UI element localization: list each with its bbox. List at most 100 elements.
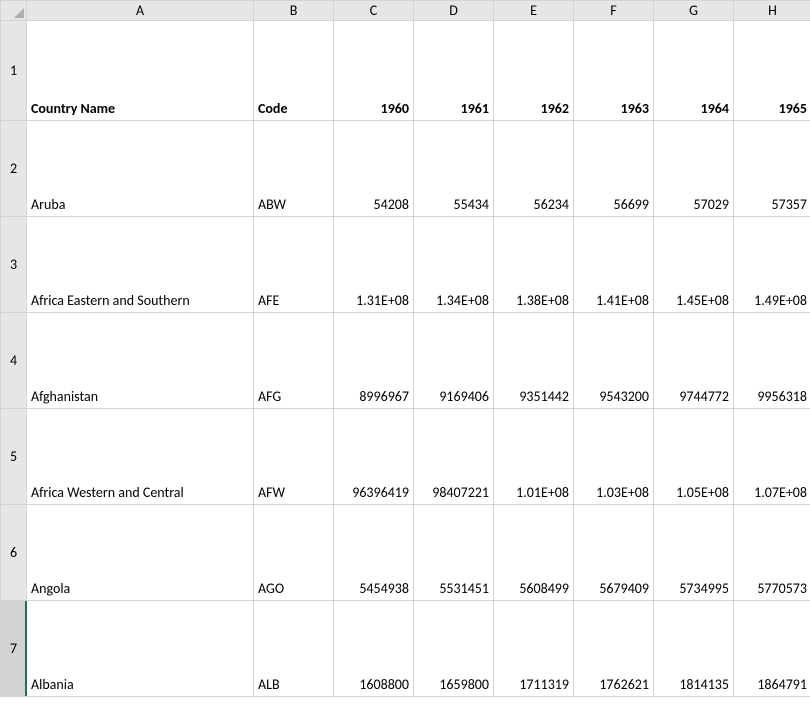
cell-text: 1711319 bbox=[519, 676, 569, 693]
cell-F7[interactable]: 1762621 bbox=[574, 601, 654, 697]
cell-A4[interactable]: Afghanistan bbox=[27, 313, 254, 409]
col-header-A[interactable]: A bbox=[27, 1, 254, 21]
cell-text: 1962 bbox=[541, 100, 569, 117]
col-header-E[interactable]: E bbox=[494, 1, 574, 21]
cell-text: 9744772 bbox=[679, 388, 729, 405]
cell-A1[interactable]: Country Name bbox=[27, 21, 254, 121]
cell-H2[interactable]: 57357 bbox=[734, 121, 810, 217]
cell-B1[interactable]: Code bbox=[254, 21, 334, 121]
cell-A6[interactable]: Angola bbox=[27, 505, 254, 601]
cell-C2[interactable]: 54208 bbox=[334, 121, 414, 217]
col-header-label: A bbox=[136, 2, 144, 19]
cell-D7[interactable]: 1659800 bbox=[414, 601, 494, 697]
cell-E4[interactable]: 9351442 bbox=[494, 313, 574, 409]
cell-C4[interactable]: 8996967 bbox=[334, 313, 414, 409]
cell-C5[interactable]: 96396419 bbox=[334, 409, 414, 505]
col-header-F[interactable]: F bbox=[574, 1, 654, 21]
row-header-label: 4 bbox=[1, 352, 26, 369]
cell-F6[interactable]: 5679409 bbox=[574, 505, 654, 601]
cell-D3[interactable]: 1.34E+08 bbox=[414, 217, 494, 313]
cell-text: 5608499 bbox=[519, 580, 569, 597]
row-header-label: 1 bbox=[1, 62, 26, 79]
cell-A7[interactable]: Albania bbox=[27, 601, 254, 697]
cell-D1[interactable]: 1961 bbox=[414, 21, 494, 121]
cell-F2[interactable]: 56699 bbox=[574, 121, 654, 217]
cell-H6[interactable]: 5770573 bbox=[734, 505, 810, 601]
cell-B7[interactable]: ALB bbox=[254, 601, 334, 697]
cell-B5[interactable]: AFW bbox=[254, 409, 334, 505]
cell-H3[interactable]: 1.49E+08 bbox=[734, 217, 810, 313]
cell-D5[interactable]: 98407221 bbox=[414, 409, 494, 505]
cell-D2[interactable]: 55434 bbox=[414, 121, 494, 217]
cell-G6[interactable]: 5734995 bbox=[654, 505, 734, 601]
cell-C6[interactable]: 5454938 bbox=[334, 505, 414, 601]
cell-E6[interactable]: 5608499 bbox=[494, 505, 574, 601]
col-header-B[interactable]: B bbox=[254, 1, 334, 21]
cell-E1[interactable]: 1962 bbox=[494, 21, 574, 121]
col-header-H[interactable]: H bbox=[734, 1, 810, 21]
cell-B6[interactable]: AGO bbox=[254, 505, 334, 601]
row-header-1[interactable]: 1 bbox=[1, 21, 27, 121]
col-header-label: G bbox=[689, 2, 698, 19]
cell-E7[interactable]: 1711319 bbox=[494, 601, 574, 697]
cell-E5[interactable]: 1.01E+08 bbox=[494, 409, 574, 505]
cell-C7[interactable]: 1608800 bbox=[334, 601, 414, 697]
cell-G1[interactable]: 1964 bbox=[654, 21, 734, 121]
cell-A3[interactable]: Africa Eastern and Southern bbox=[27, 217, 254, 313]
cell-B2[interactable]: ABW bbox=[254, 121, 334, 217]
cell-G2[interactable]: 57029 bbox=[654, 121, 734, 217]
row-header-4[interactable]: 4 bbox=[1, 313, 27, 409]
cell-E3[interactable]: 1.38E+08 bbox=[494, 217, 574, 313]
row-header-3[interactable]: 3 bbox=[1, 217, 27, 313]
cell-H4[interactable]: 9956318 bbox=[734, 313, 810, 409]
cell-text: 1864791 bbox=[757, 676, 807, 693]
select-all-corner[interactable] bbox=[1, 1, 27, 21]
cell-A2[interactable]: Aruba bbox=[27, 121, 254, 217]
row-header-label: 2 bbox=[1, 160, 26, 177]
cell-text: 1.34E+08 bbox=[436, 292, 489, 309]
cell-text: Africa Western and Central bbox=[31, 484, 184, 501]
cell-text: 9351442 bbox=[519, 388, 569, 405]
row-header-label: 7 bbox=[1, 640, 26, 657]
spreadsheet: A B C D E F G H 1 Country Name Code 1960… bbox=[0, 0, 810, 720]
cell-H7[interactable]: 1864791 bbox=[734, 601, 810, 697]
cell-E2[interactable]: 56234 bbox=[494, 121, 574, 217]
cell-D6[interactable]: 5531451 bbox=[414, 505, 494, 601]
cell-text: Africa Eastern and Southern bbox=[31, 292, 190, 309]
cell-H1[interactable]: 1965 bbox=[734, 21, 810, 121]
cell-C1[interactable]: 1960 bbox=[334, 21, 414, 121]
cell-text: Albania bbox=[31, 676, 74, 693]
col-header-label: F bbox=[610, 2, 616, 19]
cell-H5[interactable]: 1.07E+08 bbox=[734, 409, 810, 505]
cell-G5[interactable]: 1.05E+08 bbox=[654, 409, 734, 505]
cell-C3[interactable]: 1.31E+08 bbox=[334, 217, 414, 313]
cell-F3[interactable]: 1.41E+08 bbox=[574, 217, 654, 313]
cell-F1[interactable]: 1963 bbox=[574, 21, 654, 121]
cell-text: 1.01E+08 bbox=[516, 484, 569, 501]
cell-A5[interactable]: Africa Western and Central bbox=[27, 409, 254, 505]
cell-G3[interactable]: 1.45E+08 bbox=[654, 217, 734, 313]
cell-text: 1.03E+08 bbox=[596, 484, 649, 501]
cell-F5[interactable]: 1.03E+08 bbox=[574, 409, 654, 505]
cell-text: 1814135 bbox=[679, 676, 729, 693]
cell-D4[interactable]: 9169406 bbox=[414, 313, 494, 409]
cell-text: 57357 bbox=[772, 196, 807, 213]
cell-F4[interactable]: 9543200 bbox=[574, 313, 654, 409]
cell-text: 1961 bbox=[461, 100, 489, 117]
cell-B3[interactable]: AFE bbox=[254, 217, 334, 313]
col-header-D[interactable]: D bbox=[414, 1, 494, 21]
grid-table: A B C D E F G H 1 Country Name Code 1960… bbox=[0, 0, 810, 697]
row-header-7[interactable]: 7 bbox=[1, 601, 27, 697]
cell-B4[interactable]: AFG bbox=[254, 313, 334, 409]
col-header-C[interactable]: C bbox=[334, 1, 414, 21]
row-header-5[interactable]: 5 bbox=[1, 409, 27, 505]
cell-text: 1659800 bbox=[439, 676, 489, 693]
cell-text: 1964 bbox=[701, 100, 729, 117]
cell-text: 1965 bbox=[779, 100, 807, 117]
col-header-label: C bbox=[370, 2, 377, 19]
col-header-G[interactable]: G bbox=[654, 1, 734, 21]
cell-G7[interactable]: 1814135 bbox=[654, 601, 734, 697]
row-header-2[interactable]: 2 bbox=[1, 121, 27, 217]
cell-G4[interactable]: 9744772 bbox=[654, 313, 734, 409]
row-header-6[interactable]: 6 bbox=[1, 505, 27, 601]
